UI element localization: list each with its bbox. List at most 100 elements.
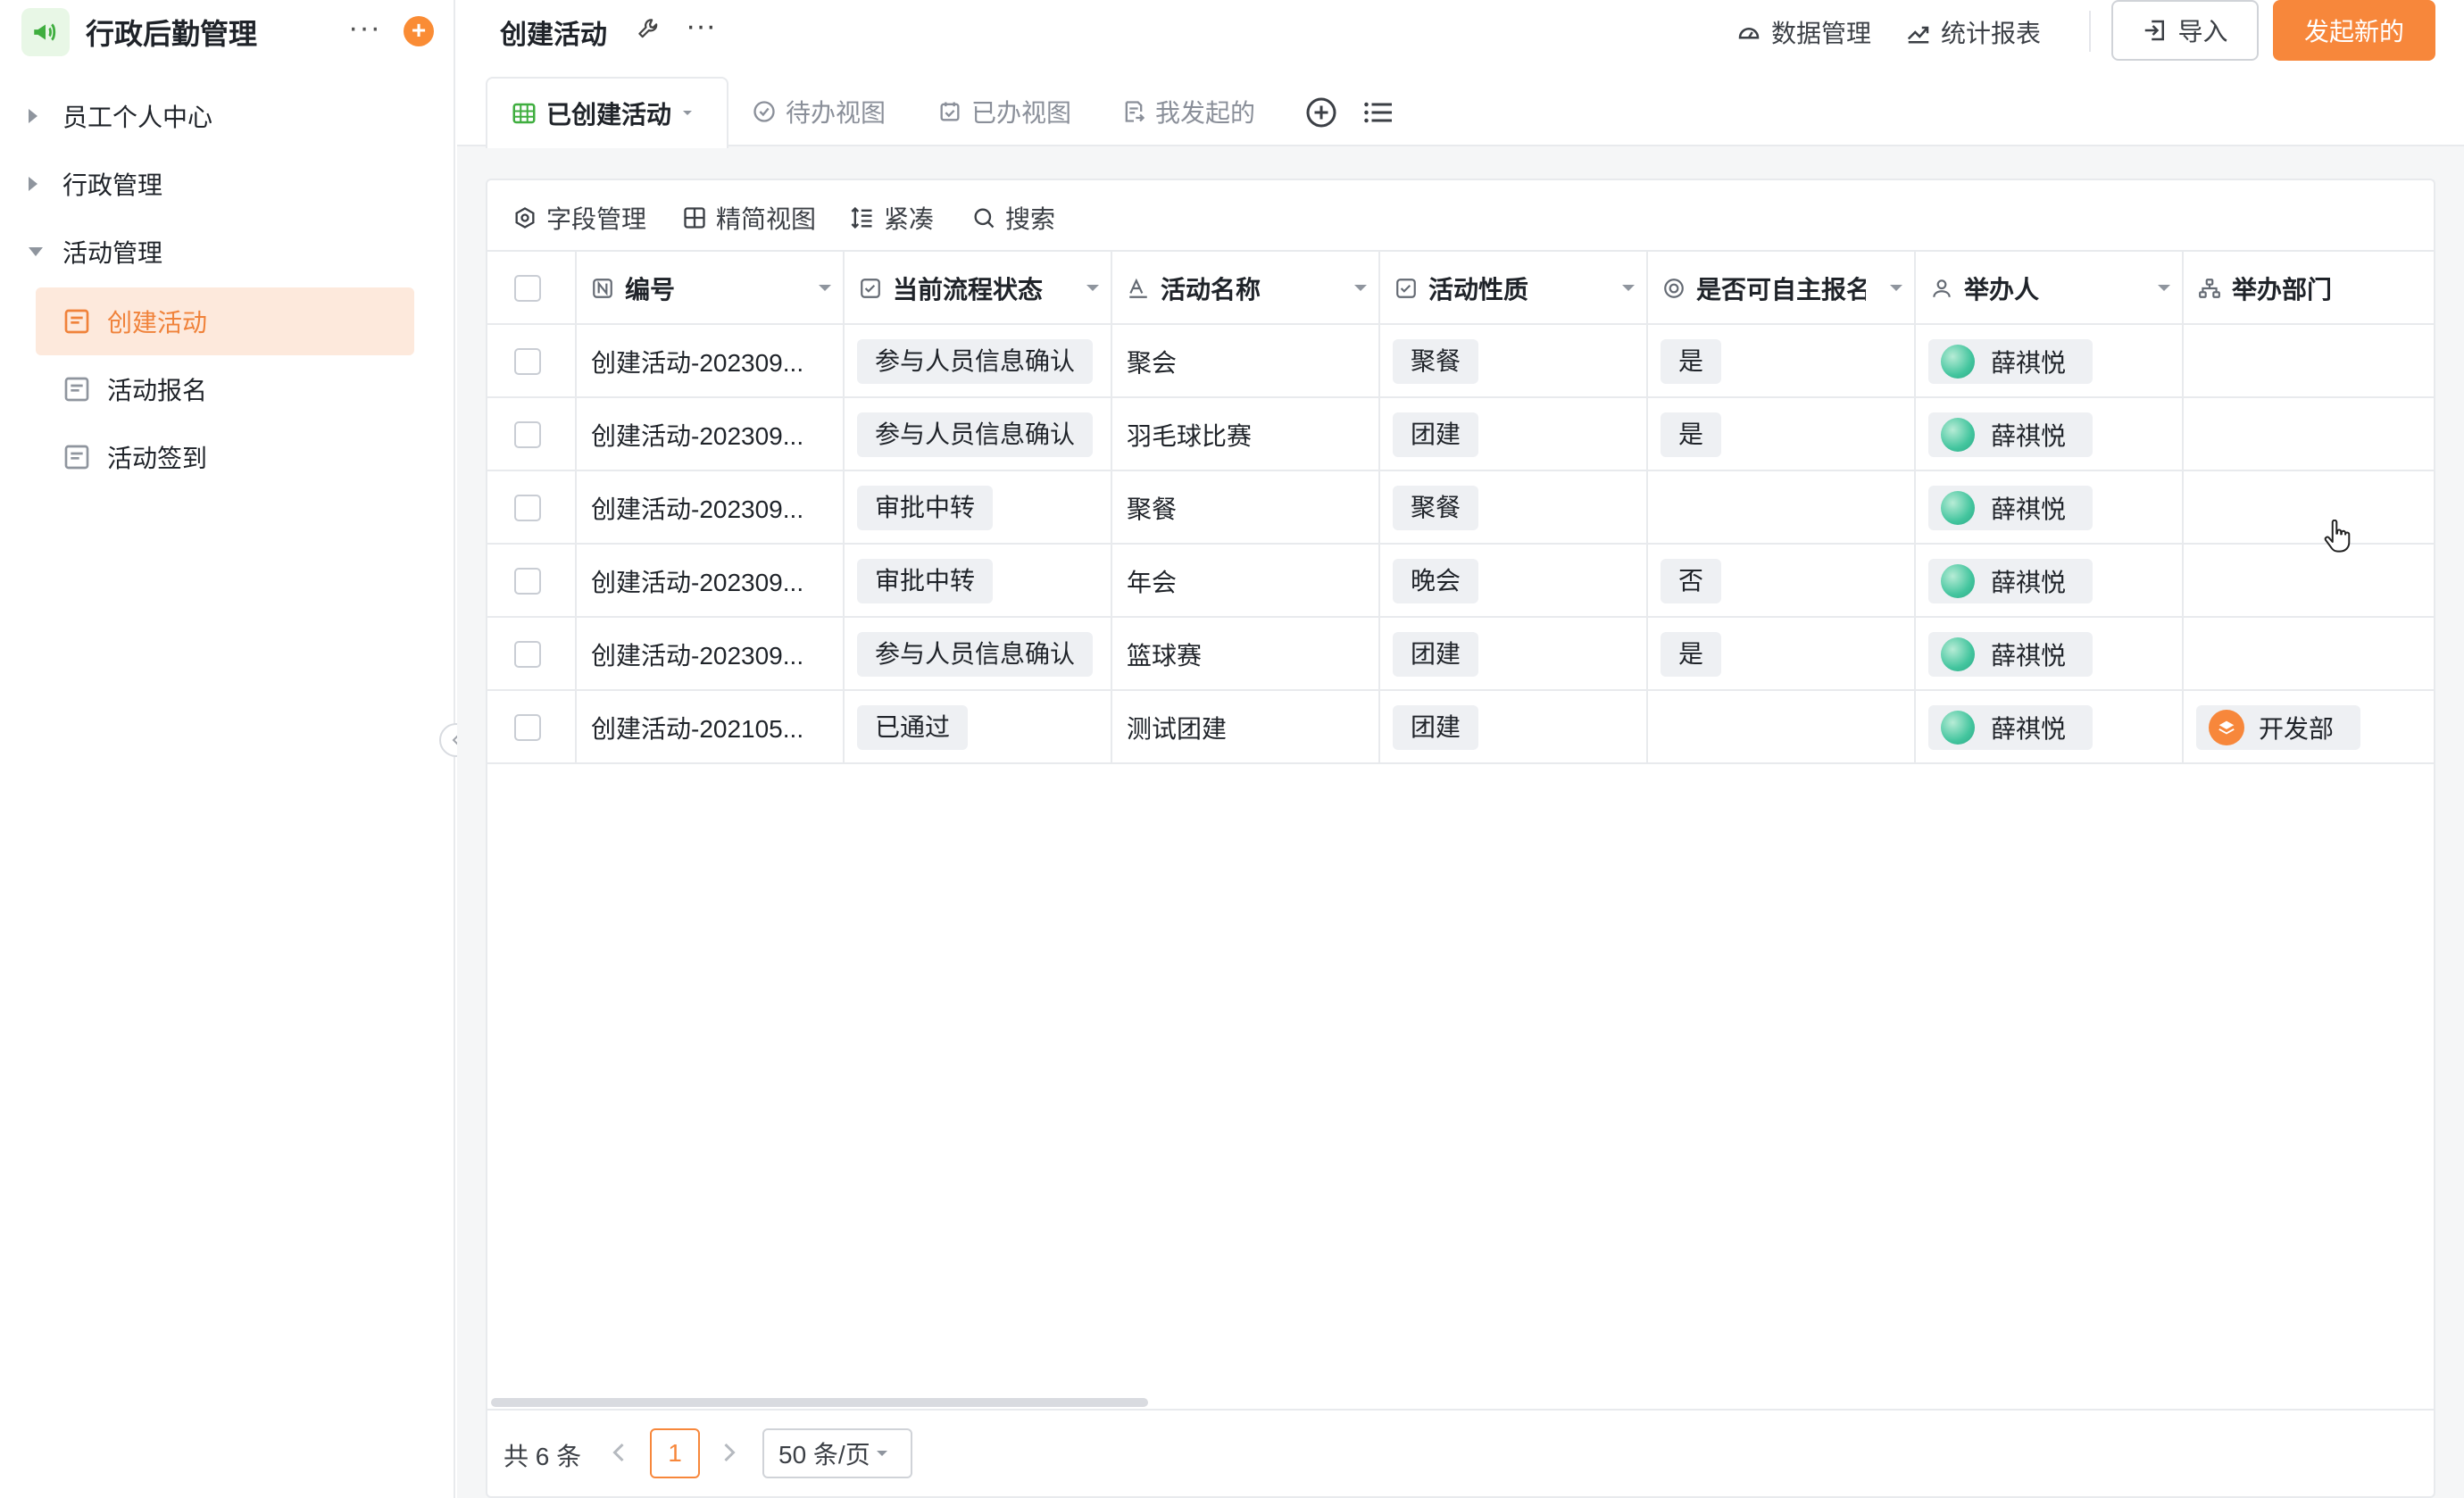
caret-down-icon[interactable] <box>1086 284 1100 293</box>
density-label: 紧凑 <box>884 205 935 233</box>
sidebar-item-create-activity[interactable]: 创建活动 <box>36 287 414 355</box>
column-header-status[interactable]: 当前流程状态 <box>845 252 1112 325</box>
column-header-label: 编号 <box>625 276 676 304</box>
start-new-button[interactable]: 发起新的 <box>2273 0 2435 61</box>
field-management-label: 字段管理 <box>546 205 647 233</box>
id-cell[interactable]: 创建活动-202309... <box>577 398 845 471</box>
tab-initiated-by-me[interactable]: 我发起的 <box>1121 77 1255 146</box>
column-header-id[interactable]: 编号 <box>577 252 845 325</box>
view-list-icon[interactable] <box>1362 98 1394 133</box>
table-row[interactable]: 创建活动-202105... 已通过 测试团建 团建 薛祺悦 开发部 <box>487 691 2434 764</box>
id-cell[interactable]: 创建活动-202309... <box>577 618 845 691</box>
add-view-icon[interactable] <box>1305 96 1337 135</box>
table-row[interactable]: 创建活动-202309... 参与人员信息确认 羽毛球比赛 团建 是 薛祺悦 <box>487 398 2434 471</box>
density-button[interactable]: 紧凑 <box>850 200 934 236</box>
department-icon <box>2209 710 2244 745</box>
type-tag: 聚餐 <box>1393 339 1479 384</box>
column-header-name[interactable]: 活动名称 <box>1112 252 1380 325</box>
caret-down-icon[interactable] <box>1353 284 1368 293</box>
row-checkbox[interactable] <box>514 568 541 595</box>
chevron-right-icon[interactable] <box>721 1441 737 1469</box>
data-management-link[interactable]: 数据管理 <box>1736 14 1871 50</box>
table-toolbar: 字段管理 精简视图 紧凑 搜索 <box>487 180 2434 252</box>
wrench-icon[interactable] <box>636 16 662 49</box>
caret-down-icon[interactable] <box>1621 284 1636 293</box>
caret-down-icon[interactable] <box>682 110 693 117</box>
add-icon[interactable]: + <box>404 16 434 46</box>
row-checkbox[interactable] <box>514 421 541 448</box>
id-cell[interactable]: 创建活动-202105... <box>577 691 845 764</box>
checkbox-field-icon <box>861 279 880 298</box>
caret-down-icon[interactable] <box>2157 284 2171 293</box>
table-row[interactable]: 创建活动-202309... 参与人员信息确认 篮球赛 团建 是 薛祺悦 <box>487 618 2434 691</box>
table-icon <box>512 103 536 124</box>
id-cell[interactable]: 创建活动-202309... <box>577 471 845 545</box>
table-panel: 字段管理 精简视图 紧凑 搜索 编号 当前流程状态 活动名称 活动性质 是否可自… <box>486 179 2435 1498</box>
calendar-check-icon <box>940 102 960 121</box>
sidebar-group-label: 员工个人中心 <box>62 104 213 131</box>
type-tag: 团建 <box>1393 632 1479 677</box>
statistics-report-link[interactable]: 统计报表 <box>1905 14 2041 50</box>
caret-down-icon[interactable] <box>818 284 832 293</box>
column-header-type[interactable]: 活动性质 <box>1380 252 1648 325</box>
id-cell[interactable]: 创建活动-202309... <box>577 545 845 618</box>
field-management-button[interactable]: 字段管理 <box>512 200 646 236</box>
host-cell: 薛祺悦 <box>1916 325 2184 398</box>
table-row[interactable]: 创建活动-202309... 审批中转 聚餐 聚餐 薛祺悦 <box>487 471 2434 545</box>
column-header-department[interactable]: 举办部门 <box>2184 252 2434 325</box>
table-row[interactable]: 创建活动-202309... 审批中转 年会 晚会 否 薛祺悦 <box>487 545 2434 618</box>
sidebar-group-admin[interactable]: 行政管理 <box>27 157 162 211</box>
select-all-checkbox[interactable] <box>514 275 541 302</box>
sidebar-group-employee[interactable]: 员工个人中心 <box>27 89 212 143</box>
type-cell: 聚餐 <box>1380 471 1648 545</box>
page-size-select[interactable]: 50 条/页 <box>762 1428 912 1478</box>
department-name: 开发部 <box>2259 715 2335 743</box>
tab-done-view[interactable]: 已办视图 <box>937 77 1071 146</box>
settings-icon <box>515 207 535 229</box>
type-cell: 团建 <box>1380 691 1648 764</box>
type-cell: 聚餐 <box>1380 325 1648 398</box>
pagination-bar: 共 6 条 1 50 条/页 <box>487 1409 2434 1496</box>
compact-view-button[interactable]: 精简视图 <box>682 200 816 236</box>
serial-number-icon <box>593 279 612 298</box>
row-height-icon <box>851 206 872 229</box>
type-cell: 团建 <box>1380 618 1648 691</box>
row-checkbox[interactable] <box>514 495 541 521</box>
tab-todo-view[interactable]: 待办视图 <box>752 77 886 146</box>
column-header-self-signup[interactable]: 是否可自主报名 <box>1648 252 1916 325</box>
sidebar-item-activity-signup[interactable]: 活动报名 <box>36 355 414 423</box>
avatar <box>1941 345 1975 379</box>
more-icon[interactable]: ··· <box>686 9 716 44</box>
row-select-cell <box>487 618 577 691</box>
column-header-host[interactable]: 举办人 <box>1916 252 2184 325</box>
self-signup-cell: 是 <box>1648 325 1916 398</box>
sidebar-group-activity[interactable]: 活动管理 <box>27 225 162 279</box>
status-cell: 已通过 <box>845 691 1112 764</box>
self-signup-cell <box>1648 471 1916 545</box>
row-checkbox[interactable] <box>514 714 541 741</box>
row-select-cell <box>487 545 577 618</box>
trend-chart-icon <box>1907 26 1929 44</box>
row-checkbox[interactable] <box>514 641 541 668</box>
host-cell: 薛祺悦 <box>1916 618 2184 691</box>
grid-icon <box>684 207 705 229</box>
table-row[interactable]: 创建活动-202309... 参与人员信息确认 聚会 聚餐 是 薛祺悦 <box>487 325 2434 398</box>
type-tag: 团建 <box>1393 705 1479 750</box>
more-icon[interactable]: ··· <box>348 11 381 46</box>
sidebar-item-activity-checkin[interactable]: 活动签到 <box>36 423 414 491</box>
tab-label: 我发起的 <box>1155 99 1256 127</box>
page-number-current[interactable]: 1 <box>650 1428 700 1478</box>
chevron-left-icon[interactable] <box>611 1441 627 1469</box>
status-tag: 已通过 <box>857 705 969 750</box>
import-button[interactable]: 导入 <box>2111 0 2259 61</box>
tab-created-activities[interactable]: 已创建活动 <box>486 77 728 148</box>
form-doc-icon <box>62 443 91 471</box>
search-button[interactable]: 搜索 <box>971 200 1055 236</box>
caret-down-icon[interactable] <box>1889 284 1903 293</box>
horizontal-scrollbar[interactable] <box>491 1398 1148 1407</box>
caret-down-icon <box>27 246 62 258</box>
id-cell[interactable]: 创建活动-202309... <box>577 325 845 398</box>
import-icon <box>2145 20 2165 41</box>
tab-label: 已办视图 <box>971 99 1072 127</box>
row-checkbox[interactable] <box>514 348 541 375</box>
